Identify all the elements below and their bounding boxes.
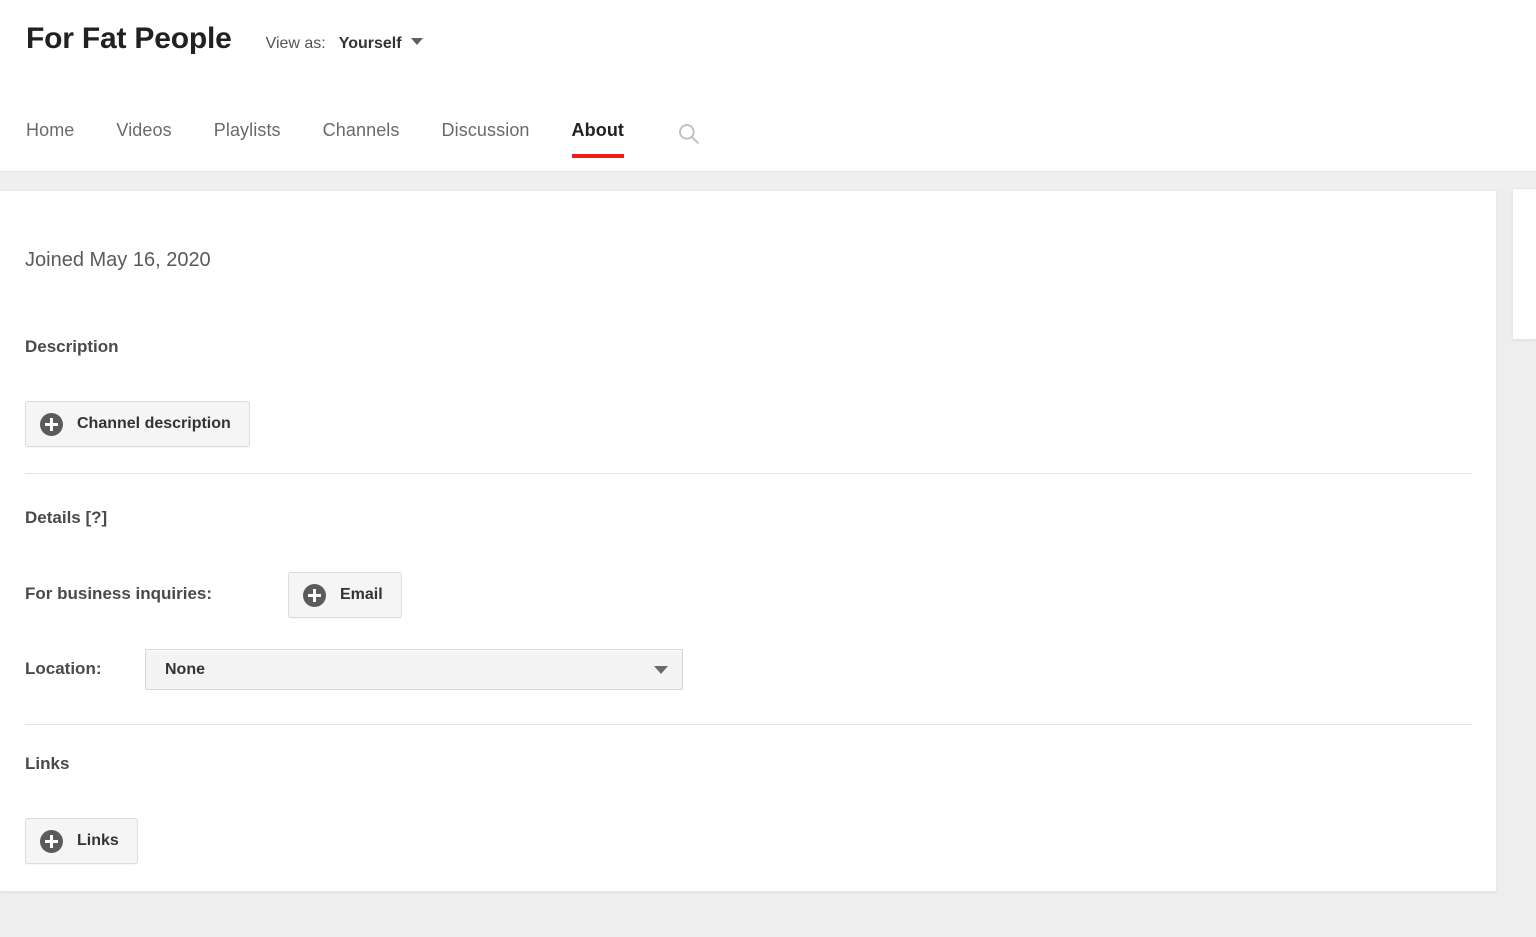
plus-circle-icon (40, 829, 63, 853)
details-heading: Details [?] (25, 508, 108, 527)
divider (25, 473, 1472, 474)
tab-channels[interactable]: Channels (323, 112, 400, 158)
plus-circle-icon (40, 412, 63, 436)
view-as-value: Yourself (338, 35, 402, 52)
description-heading: Description (25, 337, 119, 356)
location-label: Location: (25, 659, 102, 678)
page-title: For Fat People (26, 22, 232, 55)
channel-description-button[interactable]: Channel description (25, 401, 250, 447)
page-background-band (0, 172, 1536, 190)
tab-discussion[interactable]: Discussion (442, 112, 530, 158)
links-heading: Links (25, 754, 70, 773)
business-inquiries-label: For business inquiries: (25, 584, 213, 603)
channel-header: For Fat People View as: Yourself Home Vi… (0, 0, 1536, 172)
channel-description-button-label: Channel description (77, 415, 231, 432)
right-side-panel (1512, 188, 1536, 340)
tab-about[interactable]: About (571, 112, 625, 158)
links-button-label: Links (77, 832, 119, 849)
email-button-label: Email (340, 586, 383, 603)
tab-home[interactable]: Home (26, 112, 74, 158)
about-content-card: Joined May 16, 2020 Description Channel … (0, 190, 1497, 892)
channel-title-row: For Fat People View as: Yourself (26, 18, 423, 60)
location-select-value: None (165, 660, 205, 678)
tab-playlists[interactable]: Playlists (214, 112, 281, 158)
channel-nav-tabs: Home Videos Playlists Channels Discussio… (0, 112, 1536, 172)
plus-circle-icon (303, 583, 326, 607)
joined-date: Joined May 16, 2020 (25, 249, 211, 271)
divider (25, 724, 1472, 725)
chevron-down-icon (410, 38, 423, 45)
chevron-down-icon (654, 665, 668, 674)
view-as-control[interactable]: View as: Yourself (266, 35, 423, 53)
tab-videos[interactable]: Videos (116, 112, 171, 158)
links-button[interactable]: Links (25, 818, 138, 864)
email-button[interactable]: Email (288, 572, 402, 618)
search-icon[interactable] (676, 112, 702, 147)
location-select[interactable]: None (145, 649, 683, 690)
view-as-label: View as: (265, 35, 326, 52)
